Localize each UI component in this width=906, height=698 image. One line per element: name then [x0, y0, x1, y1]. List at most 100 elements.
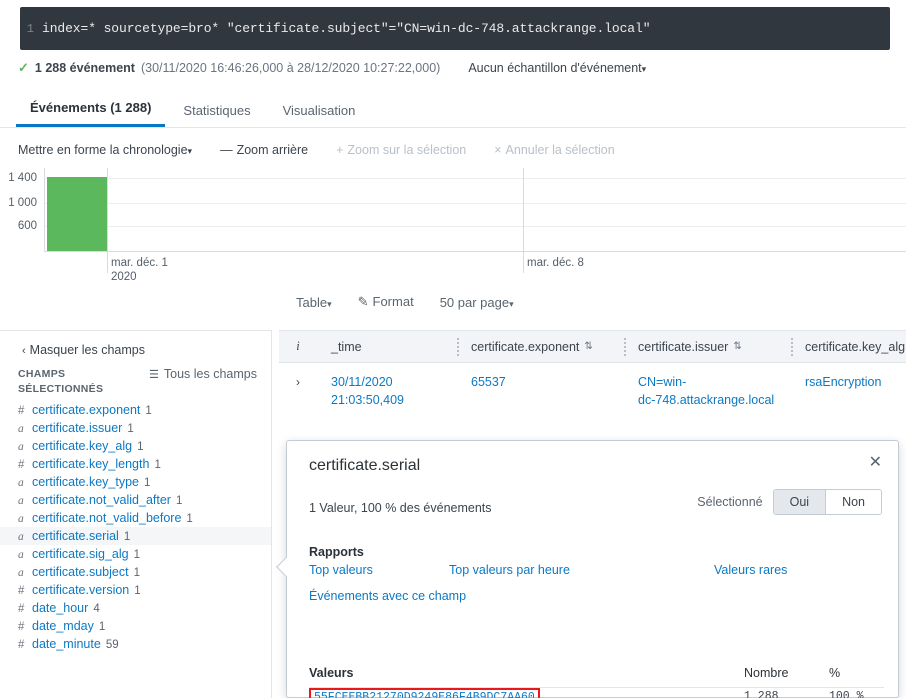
per-page-selector[interactable]: 50 par page▾ [440, 295, 514, 310]
field-name: certificate.version [32, 583, 130, 597]
hide-fields-button[interactable]: ‹ Masquer les champs [0, 331, 271, 365]
chevron-left-icon: ‹ [22, 345, 26, 357]
plus-icon: + [336, 143, 344, 157]
field-name: certificate.subject [32, 565, 129, 579]
sort-icon[interactable]: ⇅ [584, 341, 592, 352]
field-info-popup: certificate.serial ✕ 1 Valeur, 100 % des… [276, 440, 899, 698]
field-item-date-mday[interactable]: # date_mday 1 [0, 617, 271, 635]
cell-time[interactable]: 30/11/2020 21:03:50,409 [317, 373, 457, 409]
value-cell[interactable]: 55FCEEBB21270D9249E86F4B9DC7AA60 [309, 688, 540, 698]
row-expander[interactable]: › [279, 373, 317, 409]
timeline-toolbar: Mettre en forme la chronologie▾ — Zoom ar… [0, 132, 906, 168]
field-count: 1 [137, 441, 144, 453]
chevron-down-icon: ▾ [327, 298, 332, 309]
selected-toggle[interactable]: Oui Non [772, 489, 882, 515]
field-item-certificate-subject[interactable]: a certificate.subject 1 [0, 563, 271, 581]
column-header-certificate-exponent[interactable]: certificate.exponent ⇅ [457, 331, 624, 362]
field-item-certificate-not-valid-after[interactable]: a certificate.not_valid_after 1 [0, 491, 271, 509]
field-type-icon: a [18, 441, 24, 453]
column-resize-handle[interactable] [624, 338, 628, 356]
search-bar[interactable]: 1 index=* sourcetype=bro* "certificate.s… [20, 7, 890, 50]
selected-label: Sélectionné [697, 495, 763, 509]
link-evenements-avec-ce-champ[interactable]: Événements avec ce champ [309, 589, 466, 603]
field-item-certificate-serial[interactable]: a certificate.serial 1 [0, 527, 271, 545]
field-item-date-minute[interactable]: # date_minute 59 [0, 635, 271, 653]
format-button[interactable]: ✎ Format [358, 294, 414, 310]
column-resize-handle[interactable] [457, 338, 461, 356]
cell-certificate-exponent[interactable]: 65537 [457, 373, 624, 409]
close-icon[interactable]: ✕ [869, 455, 882, 471]
field-item-certificate-exponent[interactable]: # certificate.exponent 1 [0, 401, 271, 419]
zoom-to-selection-button: + Zoom sur la sélection [336, 143, 466, 157]
timeline-chart[interactable]: 1 400 1 000 600 mar. déc. 1 2020 mar. dé… [0, 168, 906, 288]
field-item-certificate-key-type[interactable]: a certificate.key_type 1 [0, 473, 271, 491]
zoom-to-selection-label: Zoom sur la sélection [347, 143, 467, 157]
cell-time-clock: 21:03:50,409 [331, 393, 404, 407]
search-line-number: 1 [26, 21, 34, 36]
close-icon: × [494, 143, 502, 157]
column-header-certificate-issuer[interactable]: certificate.issuer ⇅ [624, 331, 791, 362]
gridline [45, 178, 906, 179]
info-icon: i [296, 339, 300, 353]
field-count: 59 [105, 639, 119, 651]
event-count-label: 1 288 événement [34, 61, 135, 75]
cell-certificate-issuer[interactable]: CN=win- dc-748.attackrange.local [624, 373, 791, 409]
event-sampling-label: Aucun échantillon d'événement [468, 61, 642, 75]
cell-certificate-key-alg[interactable]: rsaEncryption [791, 373, 906, 409]
column-label: certificate.issuer [638, 339, 729, 354]
chart-y-axis: 1 400 1 000 600 [0, 168, 42, 252]
event-sampling-selector[interactable]: Aucun échantillon d'événement▾ [468, 61, 646, 75]
chart-tick-divider [107, 168, 108, 273]
format-timeline-button[interactable]: Mettre en forme la chronologie▾ [18, 143, 192, 157]
column-label: certificate.key_alg [805, 339, 906, 354]
tab-visualisation[interactable]: Visualisation [269, 97, 370, 127]
field-item-certificate-key-alg[interactable]: a certificate.key_alg 1 [0, 437, 271, 455]
clear-selection-label: Annuler la sélection [505, 143, 615, 157]
field-name: certificate.not_valid_after [32, 493, 171, 507]
result-tabs: Événements (1 288) Statistiques Visualis… [0, 92, 906, 128]
chart-plot-area[interactable]: mar. déc. 1 2020 mar. déc. 8 [44, 168, 906, 283]
popup-title: certificate.serial [309, 457, 421, 474]
chart-bar[interactable] [47, 177, 107, 251]
field-count: 1 [123, 531, 131, 543]
column-resize-handle[interactable] [791, 338, 795, 356]
cell-issuer-line1: CN=win- [638, 375, 687, 389]
sort-icon[interactable]: ⇅ [733, 341, 741, 352]
field-item-certificate-key-length[interactable]: # certificate.key_length 1 [0, 455, 271, 473]
field-item-certificate-not-valid-before[interactable]: a certificate.not_valid_before 1 [0, 509, 271, 527]
field-name: certificate.key_alg [32, 439, 133, 453]
field-item-certificate-version[interactable]: # certificate.version 1 [0, 581, 271, 599]
link-top-valeurs-par-heure[interactable]: Top valeurs par heure [449, 563, 570, 577]
field-type-icon: a [18, 549, 24, 561]
field-count: 1 [98, 621, 106, 633]
field-name: certificate.exponent [32, 403, 141, 417]
link-valeurs-rares[interactable]: Valeurs rares [714, 563, 787, 577]
chevron-down-icon: ▾ [641, 64, 647, 74]
search-query-text[interactable]: index=* sourcetype=bro* "certificate.sub… [42, 21, 651, 36]
toggle-yes[interactable]: Oui [773, 490, 827, 514]
tab-statistiques[interactable]: Statistiques [169, 97, 264, 127]
link-top-valeurs[interactable]: Top valeurs [309, 563, 373, 577]
field-item-certificate-issuer[interactable]: a certificate.issuer 1 [0, 419, 271, 437]
column-header-certificate-key-alg[interactable]: certificate.key_alg ⇅ [791, 331, 906, 362]
toggle-no[interactable]: Non [826, 490, 881, 514]
table-row[interactable]: › 30/11/2020 21:03:50,409 65537 CN=win- … [279, 363, 906, 409]
field-count: 1 [133, 567, 140, 579]
column-header-time[interactable]: _time [317, 331, 457, 362]
event-time-range: (30/11/2020 16:46:26,000 à 28/12/2020 10… [140, 61, 441, 75]
field-type-icon: # [18, 459, 25, 471]
field-item-certificate-sig-alg[interactable]: a certificate.sig_alg 1 [0, 545, 271, 563]
x-tick-dec-1-line2: 2020 [111, 271, 137, 283]
view-mode-selector[interactable]: Table▾ [296, 295, 332, 310]
fields-sidebar: ‹ Masquer les champs CHAMPS SÉLECTIONNÉS … [0, 330, 272, 698]
zoom-out-button[interactable]: — Zoom arrière [220, 143, 308, 157]
field-type-icon: a [18, 423, 24, 435]
field-item-date-hour[interactable]: # date_hour 4 [0, 599, 271, 617]
splunk-search-page: 1 index=* sourcetype=bro* "certificate.s… [0, 0, 906, 698]
popup-summary: 1 Valeur, 100 % des événements [309, 501, 492, 515]
field-name: certificate.sig_alg [32, 547, 129, 561]
all-fields-button[interactable]: ☰ Tous les champs [149, 367, 257, 381]
field-name: date_minute [32, 637, 101, 651]
field-count: 1 [175, 495, 183, 507]
tab-evenements[interactable]: Événements (1 288) [16, 94, 166, 127]
